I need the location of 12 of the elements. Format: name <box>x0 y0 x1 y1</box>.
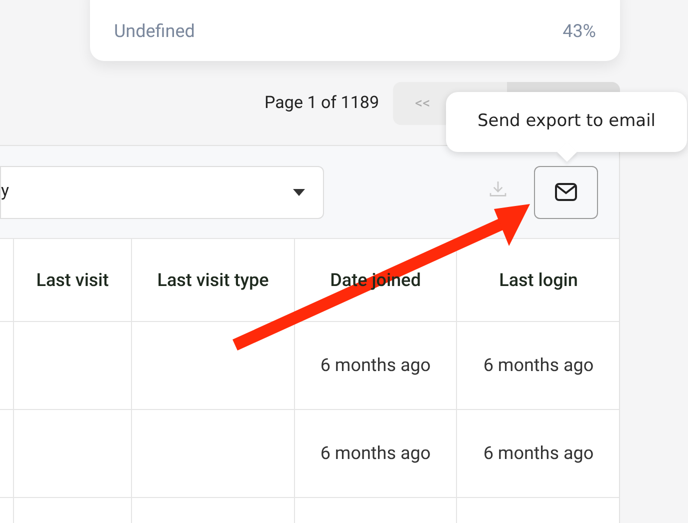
stat-value: 43% <box>562 20 596 44</box>
table-cell-text: 6 months ago <box>320 354 431 378</box>
table-cell-text: 6 months ago <box>483 442 594 466</box>
column-header: Last visit <box>36 268 109 292</box>
table-cell-text: 6 months ago <box>483 354 594 378</box>
column-header: Last login <box>499 268 578 292</box>
table-cell-text: 6 months ago <box>320 442 431 466</box>
stat-label: Undefined <box>114 20 195 44</box>
column-header: Last visit type <box>157 268 269 292</box>
dropdown-value: y <box>1 180 10 204</box>
tooltip-text: Send export to email <box>477 110 656 134</box>
page-indicator: Page 1 of 1189 <box>264 92 379 115</box>
